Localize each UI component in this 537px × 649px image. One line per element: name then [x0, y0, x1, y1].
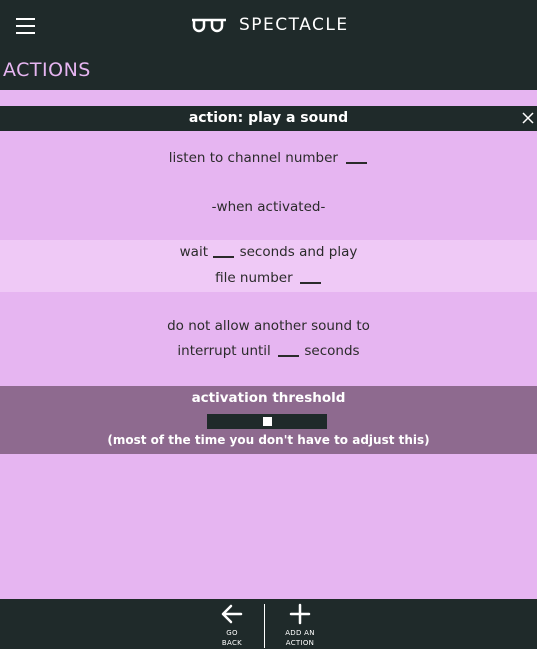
- action-header: action: play a sound: [0, 106, 537, 131]
- spectacles-icon: [192, 18, 226, 33]
- go-back-label: GO BACK: [221, 629, 243, 647]
- seconds-and-play-label: seconds and play: [239, 244, 358, 260]
- add-action-button[interactable]: ADD AN ACTION: [275, 603, 325, 648]
- action-title: action: play a sound: [188, 110, 349, 126]
- interrupt-row: interrupt until seconds: [0, 339, 537, 363]
- add-action-label: ADD AN ACTION: [285, 629, 315, 647]
- file-number-input[interactable]: [299, 268, 321, 284]
- channel-row: listen to channel number: [0, 146, 537, 170]
- top-bar: SPECTACLE ACTIONS: [0, 0, 537, 90]
- slider-thumb[interactable]: [263, 417, 272, 426]
- threshold-slider[interactable]: [207, 414, 327, 429]
- close-icon[interactable]: [521, 111, 535, 125]
- wait-label: wait: [179, 244, 208, 260]
- wait-seconds-input[interactable]: [213, 242, 235, 258]
- plus-icon: [289, 603, 311, 625]
- channel-label: listen to channel number: [168, 150, 338, 166]
- page-title: ACTIONS: [3, 59, 91, 81]
- when-activated-label: -when activated-: [211, 199, 326, 215]
- no-interrupt-line-1: do not allow another sound to: [167, 318, 370, 334]
- channel-number-input[interactable]: [346, 148, 368, 164]
- interrupt-until-label: interrupt until: [177, 343, 271, 359]
- threshold-note: (most of the time you don't have to adju…: [107, 433, 430, 447]
- file-number-label: file number: [215, 270, 293, 286]
- file-row: file number: [0, 266, 537, 290]
- seconds-label: seconds: [304, 343, 360, 359]
- arrow-left-icon: [221, 604, 243, 624]
- go-back-button[interactable]: GO BACK: [207, 603, 257, 648]
- interrupt-seconds-input[interactable]: [278, 341, 300, 357]
- threshold-title: activation threshold: [191, 390, 346, 406]
- bottom-bar: GO BACK ADD AN ACTION: [0, 599, 537, 649]
- hamburger-icon[interactable]: [16, 18, 35, 34]
- nav-divider: [264, 604, 265, 648]
- app-name: SPECTACLE: [239, 15, 349, 35]
- threshold-section: activation threshold (most of the time y…: [0, 386, 537, 454]
- wait-row: wait seconds and play: [0, 240, 537, 264]
- app-logo[interactable]: SPECTACLE: [191, 13, 349, 37]
